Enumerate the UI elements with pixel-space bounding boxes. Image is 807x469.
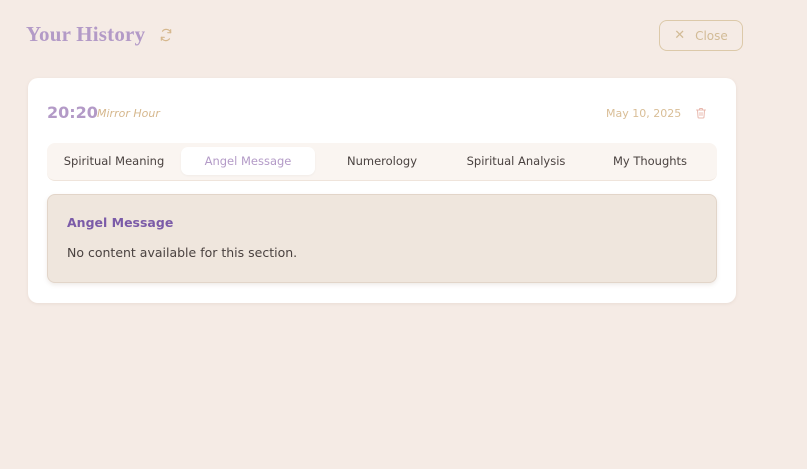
trash-icon[interactable] <box>695 106 707 120</box>
entry-date: May 10, 2025 <box>606 107 682 120</box>
section-title: Angel Message <box>67 215 174 230</box>
refresh-icon[interactable] <box>159 28 173 42</box>
entry-type: Mirror Hour <box>97 107 160 120</box>
entry-time: 20:20 <box>47 103 98 122</box>
section-content: Angel Message No content available for t… <box>47 194 717 283</box>
history-page: Your History ✕ Close 20:20 Mirror Hour M… <box>0 0 807 469</box>
section-tabs: Spiritual Meaning Angel Message Numerolo… <box>47 143 717 181</box>
close-button[interactable]: ✕ Close <box>659 20 743 51</box>
tab-spiritual-analysis[interactable]: Spiritual Analysis <box>449 147 583 175</box>
history-entry-card: 20:20 Mirror Hour May 10, 2025 Spiritual… <box>28 78 736 303</box>
tab-spiritual-meaning[interactable]: Spiritual Meaning <box>47 147 181 175</box>
tab-numerology[interactable]: Numerology <box>315 147 449 175</box>
close-icon: ✕ <box>674 28 686 43</box>
close-button-label: Close <box>695 28 728 43</box>
page-title: Your History <box>26 22 146 46</box>
tab-angel-message[interactable]: Angel Message <box>181 147 315 175</box>
section-body: No content available for this section. <box>67 245 298 260</box>
tab-my-thoughts[interactable]: My Thoughts <box>583 147 717 175</box>
